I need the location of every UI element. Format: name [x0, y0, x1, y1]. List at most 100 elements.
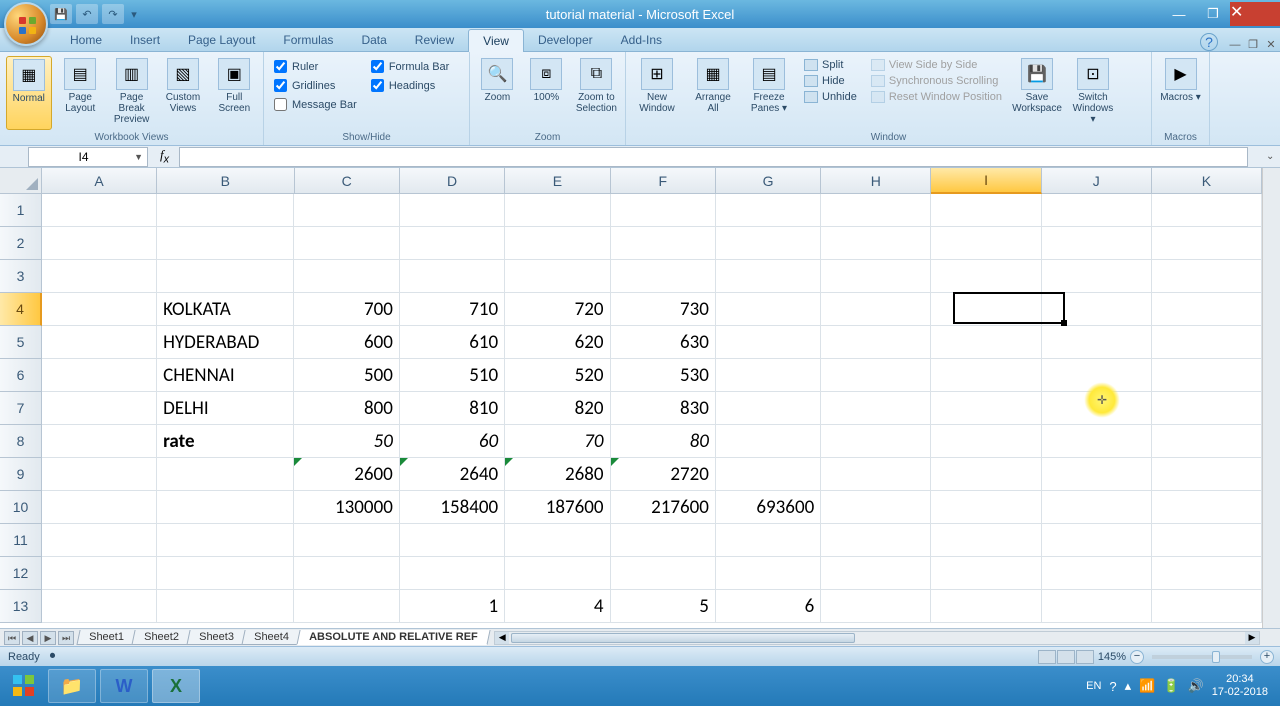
cell-I10[interactable]	[931, 491, 1041, 524]
cell-E2[interactable]	[505, 227, 610, 260]
tab-review[interactable]: Review	[401, 29, 468, 51]
close-button[interactable]: ✕	[1230, 2, 1280, 26]
tab-view[interactable]: View	[468, 29, 524, 52]
cell-F13[interactable]: 5	[611, 590, 716, 623]
cell-E1[interactable]	[505, 194, 610, 227]
zoom-to-selection-button[interactable]: ⧉Zoom to Selection	[574, 56, 619, 130]
cell-C13[interactable]	[294, 590, 399, 623]
mdi-minimize[interactable]: —	[1226, 39, 1244, 51]
cell-I2[interactable]	[931, 227, 1041, 260]
cell-A3[interactable]	[42, 260, 157, 293]
cell-D3[interactable]	[400, 260, 505, 293]
office-button[interactable]	[4, 2, 48, 46]
cell-E13[interactable]: 4	[505, 590, 610, 623]
cell-J8[interactable]	[1042, 425, 1152, 458]
cell-K9[interactable]	[1152, 458, 1262, 491]
normal-view-icon[interactable]	[1038, 650, 1056, 664]
cell-H2[interactable]	[821, 227, 931, 260]
cell-B3[interactable]	[157, 260, 294, 293]
cell-B9[interactable]	[157, 458, 294, 491]
arrange-all-button[interactable]: ▦Arrange All	[688, 56, 738, 130]
cell-B7[interactable]: DELHI	[157, 392, 294, 425]
cell-G7[interactable]	[716, 392, 821, 425]
namebox-dropdown-icon[interactable]: ▼	[134, 152, 143, 162]
zoom-button[interactable]: 🔍Zoom	[476, 56, 519, 130]
tab-data[interactable]: Data	[347, 29, 400, 51]
cell-F9[interactable]: 2720	[611, 458, 716, 491]
start-button[interactable]	[4, 670, 44, 702]
column-header-G[interactable]: G	[716, 168, 821, 194]
task-excel[interactable]: X	[152, 669, 200, 703]
name-box[interactable]: I4 ▼	[28, 147, 148, 167]
cell-H10[interactable]	[821, 491, 931, 524]
column-header-B[interactable]: B	[157, 168, 295, 194]
sheet-nav-next[interactable]: ▶	[40, 631, 56, 645]
cell-F3[interactable]	[611, 260, 716, 293]
cell-J10[interactable]	[1042, 491, 1152, 524]
maximize-button[interactable]: ❐	[1196, 2, 1230, 26]
cell-K4[interactable]	[1152, 293, 1262, 326]
column-header-C[interactable]: C	[295, 168, 400, 194]
cell-D13[interactable]: 1	[400, 590, 505, 623]
row-header-9[interactable]: 9	[0, 458, 42, 491]
cell-F2[interactable]	[611, 227, 716, 260]
row-header-5[interactable]: 5	[0, 326, 42, 359]
cell-J3[interactable]	[1042, 260, 1152, 293]
cell-E12[interactable]	[505, 557, 610, 590]
cell-J6[interactable]	[1042, 359, 1152, 392]
cell-D8[interactable]: 60	[400, 425, 505, 458]
sheet-nav-first[interactable]: ⏮	[4, 631, 20, 645]
custom-views-button[interactable]: ▧Custom Views	[160, 56, 205, 130]
tray-help-icon[interactable]: ?	[1109, 679, 1116, 694]
task-word[interactable]: W	[100, 669, 148, 703]
column-header-D[interactable]: D	[400, 168, 505, 194]
cell-A10[interactable]	[42, 491, 157, 524]
row-header-6[interactable]: 6	[0, 359, 42, 392]
cell-J5[interactable]	[1042, 326, 1152, 359]
minimize-button[interactable]: —	[1162, 2, 1196, 26]
cell-B11[interactable]	[157, 524, 294, 557]
cell-C11[interactable]	[294, 524, 399, 557]
zoom-out-button[interactable]: −	[1130, 650, 1144, 664]
tray-volume-icon[interactable]: 🔊	[1188, 678, 1204, 694]
cell-A11[interactable]	[42, 524, 157, 557]
cell-D7[interactable]: 810	[400, 392, 505, 425]
cell-E7[interactable]: 820	[505, 392, 610, 425]
formulabar-checkbox[interactable]: Formula Bar	[371, 60, 450, 73]
hide-button[interactable]: Hide	[802, 74, 859, 88]
horizontal-scrollbar[interactable]: ◀ ▶	[494, 631, 1260, 645]
fx-icon[interactable]: fx	[154, 147, 175, 166]
cell-G8[interactable]	[716, 425, 821, 458]
cell-I4[interactable]	[931, 293, 1041, 326]
row-header-3[interactable]: 3	[0, 260, 42, 293]
cell-A4[interactable]	[42, 293, 157, 326]
row-header-12[interactable]: 12	[0, 557, 42, 590]
cell-I6[interactable]	[931, 359, 1041, 392]
cell-E3[interactable]	[505, 260, 610, 293]
cell-F7[interactable]: 830	[611, 392, 716, 425]
split-button[interactable]: Split	[802, 58, 859, 72]
row-header-2[interactable]: 2	[0, 227, 42, 260]
cell-C8[interactable]: 50	[294, 425, 399, 458]
cell-H9[interactable]	[821, 458, 931, 491]
qat-redo-icon[interactable]: ↷	[102, 4, 124, 24]
normal-view-button[interactable]: ▦Normal	[6, 56, 52, 130]
cell-H4[interactable]	[821, 293, 931, 326]
cell-G13[interactable]: 6	[716, 590, 821, 623]
tab-addins[interactable]: Add-Ins	[607, 29, 676, 51]
sheet-tab-2[interactable]: Sheet3	[186, 630, 246, 645]
cell-F4[interactable]: 730	[611, 293, 716, 326]
cell-B1[interactable]	[157, 194, 294, 227]
cell-D1[interactable]	[400, 194, 505, 227]
headings-checkbox[interactable]: Headings	[371, 79, 450, 92]
cell-E8[interactable]: 70	[505, 425, 610, 458]
tab-insert[interactable]: Insert	[116, 29, 174, 51]
cell-D9[interactable]: 2640	[400, 458, 505, 491]
cell-J1[interactable]	[1042, 194, 1152, 227]
cell-F5[interactable]: 630	[611, 326, 716, 359]
cell-K6[interactable]	[1152, 359, 1262, 392]
row-header-8[interactable]: 8	[0, 425, 42, 458]
mdi-close[interactable]: ✕	[1262, 38, 1280, 51]
row-header-4[interactable]: 4	[0, 293, 42, 326]
switch-windows-button[interactable]: ⊡Switch Windows ▾	[1068, 56, 1118, 130]
